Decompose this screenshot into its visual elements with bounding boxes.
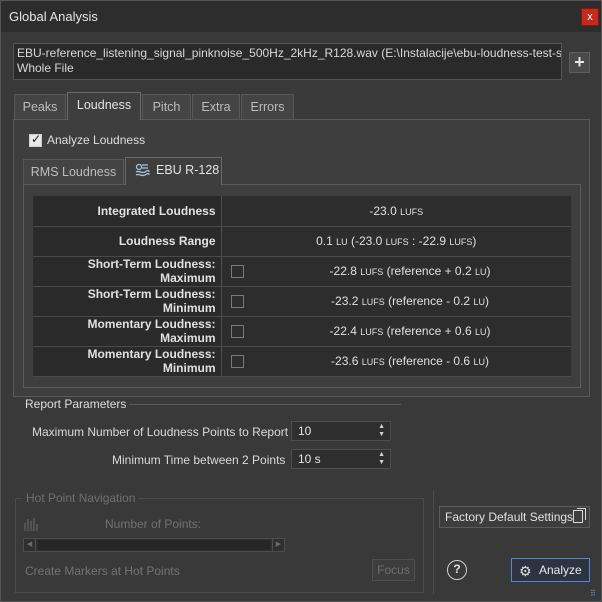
tab-errors[interactable]: Errors <box>241 94 294 120</box>
report-parameters-title: Report Parameters <box>25 397 127 411</box>
subtab-rms-loudness[interactable]: RMS Loudness <box>23 159 124 185</box>
spin-arrows-icon[interactable]: ▲ ▼ <box>378 451 385 467</box>
hot-point-navigation-title: Hot Point Navigation <box>23 491 139 505</box>
unit-label: LUFS <box>449 237 473 247</box>
marker-checkbox[interactable] <box>230 324 244 338</box>
gears-icon: ⚙ <box>519 563 532 579</box>
scroll-right-icon[interactable]: ▶ <box>272 539 284 551</box>
subtab-ebu-r128[interactable]: EBU R-128 <box>125 157 222 185</box>
unit-label: LUFS <box>360 327 384 337</box>
marker-checkbox[interactable] <box>230 264 244 278</box>
result-label: Momentary Loudness: Maximum <box>33 316 222 347</box>
marker-checkbox[interactable] <box>230 354 244 368</box>
unit-label: LU <box>474 267 487 277</box>
number-of-points-label: Number of Points: <box>105 517 202 531</box>
max-points-spinbox[interactable]: 10 ▲ ▼ <box>291 421 391 441</box>
vertical-divider <box>433 490 434 594</box>
resize-grip-icon[interactable]: ⠿ <box>590 590 596 598</box>
max-points-label: Maximum Number of Loudness Points to Rep… <box>32 425 289 439</box>
help-icon[interactable]: ? <box>447 560 467 580</box>
result-row-momentary-max: Momentary Loudness: Maximum -22.4 LUFS (… <box>33 316 571 347</box>
spin-arrows-icon[interactable]: ▲ ▼ <box>378 423 385 439</box>
unit-label: LUFS <box>385 237 409 247</box>
unit-label: LUFS <box>400 206 424 217</box>
hot-point-slider[interactable]: ◀ ▶ <box>23 538 285 552</box>
min-time-spinbox[interactable]: 10 s ▲ ▼ <box>291 449 391 469</box>
factory-default-label: Factory Default Settings <box>445 510 574 524</box>
max-points-value: 10 <box>298 424 312 438</box>
close-button[interactable]: x <box>581 8 599 26</box>
analyze-label: Analyze <box>539 563 582 577</box>
marker-checkbox[interactable] <box>230 294 244 308</box>
create-markers-label[interactable]: Create Markers at Hot Points <box>25 564 180 578</box>
unit-label: LU <box>336 237 348 247</box>
result-row-momentary-min: Momentary Loudness: Minimum -23.6 LUFS (… <box>33 346 571 377</box>
result-label: Loudness Range <box>33 226 222 257</box>
ebu-icon <box>135 163 150 177</box>
result-value: -23.6 LUFS (reference - 0.6 LU) <box>249 346 571 377</box>
result-row-integrated: Integrated Loudness -23.0 LUFS <box>33 196 571 227</box>
unit-label: LU <box>473 297 485 307</box>
hot-point-icon <box>24 518 38 531</box>
result-row-range: Loudness Range 0.1 LU (-23.0 LUFS : -22.… <box>33 226 571 257</box>
unit-label: LU <box>473 357 485 367</box>
file-range-text: Whole File <box>17 61 74 75</box>
result-value: 0.1 LU (-23.0 LUFS : -22.9 LUFS) <box>221 226 571 257</box>
loudness-results-table: Integrated Loudness -23.0 LUFS Loudness … <box>33 196 571 377</box>
analyze-loudness-checkbox[interactable] <box>29 132 42 147</box>
window-title: Global Analysis <box>9 9 98 24</box>
focus-button[interactable]: Focus <box>372 559 415 581</box>
result-label: Integrated Loudness <box>33 196 222 227</box>
result-label: Momentary Loudness: Minimum <box>33 346 222 377</box>
unit-label: LUFS <box>361 297 385 307</box>
scroll-left-icon[interactable]: ◀ <box>24 539 36 551</box>
tab-pitch[interactable]: Pitch <box>142 94 191 120</box>
min-time-label: Minimum Time between 2 Points <box>112 453 286 467</box>
unit-label: LUFS <box>360 267 384 277</box>
add-file-button[interactable]: + <box>569 52 590 73</box>
analyze-loudness-label[interactable]: Analyze Loudness <box>47 133 145 147</box>
result-label: Short-Term Loudness: Minimum <box>33 286 222 317</box>
analyze-button[interactable]: ⚙ Analyze <box>511 558 590 582</box>
min-time-value: 10 s <box>298 452 321 466</box>
copy-icon <box>573 508 586 523</box>
result-row-shortterm-max: Short-Term Loudness: Maximum -22.8 LUFS … <box>33 256 571 287</box>
unit-label: LUFS <box>361 357 385 367</box>
result-row-shortterm-min: Short-Term Loudness: Minimum -23.2 LUFS … <box>33 286 571 317</box>
file-selection-field[interactable]: EBU-reference_listening_signal_pinknoise… <box>13 43 562 80</box>
slider-track[interactable] <box>38 540 270 550</box>
section-divider <box>129 404 401 405</box>
title-bar: Global Analysis x <box>1 1 601 32</box>
tab-peaks[interactable]: Peaks <box>14 94 66 120</box>
unit-label: LU <box>474 327 487 337</box>
tab-loudness[interactable]: Loudness <box>67 92 141 120</box>
factory-default-settings-button[interactable]: Factory Default Settings <box>439 506 590 528</box>
subtab-ebu-label: EBU R-128 <box>156 163 220 177</box>
result-label: Short-Term Loudness: Maximum <box>33 256 222 287</box>
file-path-text: EBU-reference_listening_signal_pinknoise… <box>17 46 562 60</box>
result-value: -22.8 LUFS (reference + 0.2 LU) <box>249 256 571 287</box>
result-value: -22.4 LUFS (reference + 0.6 LU) <box>249 316 571 347</box>
tab-extra[interactable]: Extra <box>192 94 240 120</box>
result-value: -23.0 LUFS <box>221 196 571 227</box>
global-analysis-dialog: Global Analysis x EBU-reference_listenin… <box>0 0 602 602</box>
result-value: -23.2 LUFS (reference - 0.2 LU) <box>249 286 571 317</box>
